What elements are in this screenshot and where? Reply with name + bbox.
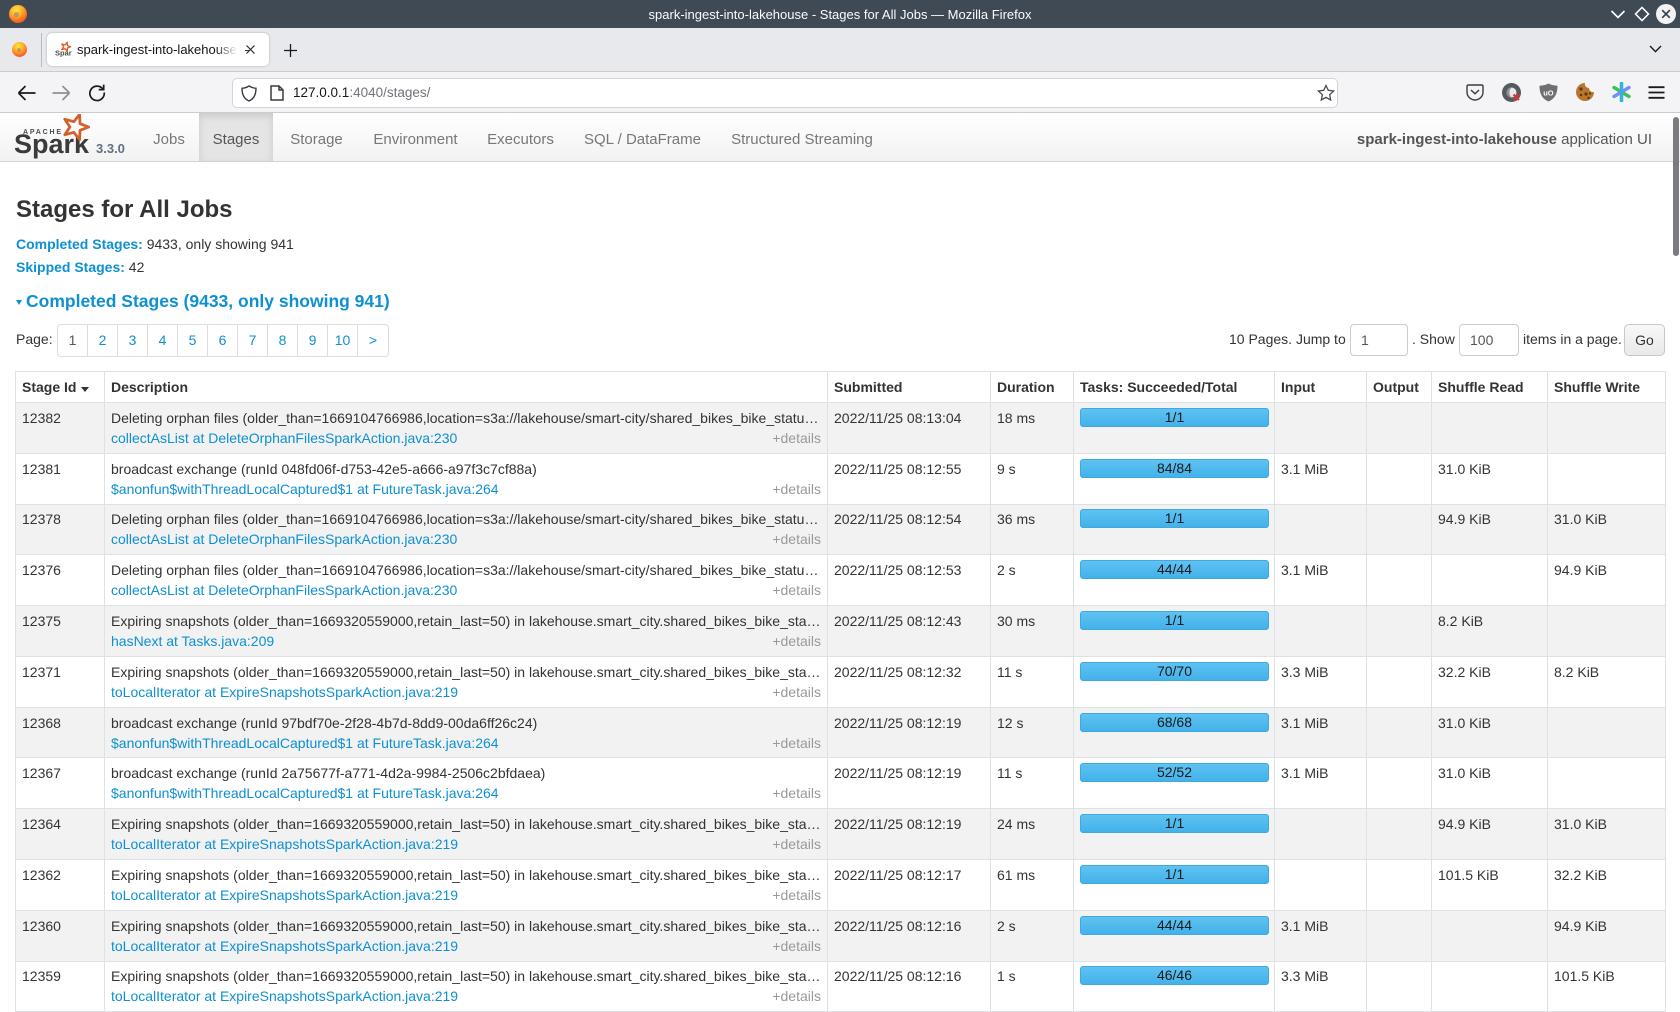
svg-text:uO: uO bbox=[1543, 89, 1554, 98]
svg-text:Spark: Spark bbox=[55, 49, 72, 58]
